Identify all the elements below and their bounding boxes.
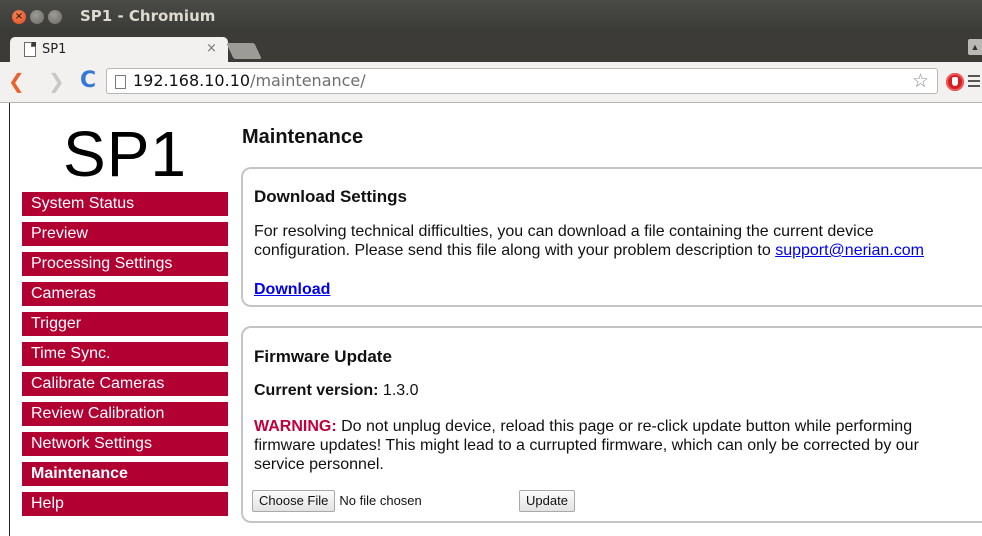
reload-button[interactable]: C [80,69,96,93]
bookmark-star-icon[interactable]: ☆ [912,70,929,92]
firmware-update-panel: Firmware Update Current version: 1.3.0 W… [241,326,982,523]
browser-tab[interactable]: SP1 × [10,37,228,63]
tab-close-icon[interactable]: × [206,41,217,56]
url-host: 192.168.10.10 [133,71,251,90]
download-settings-description: For resolving technical difficulties, yo… [254,222,974,260]
sidebar-item-help[interactable]: Help [22,492,228,516]
choose-file-button[interactable]: Choose File [252,490,336,512]
download-settings-panel: Download Settings For resolving technica… [241,167,982,307]
window-maximize-button[interactable] [48,10,62,24]
page-icon [115,75,126,89]
download-link[interactable]: Download [254,281,330,299]
update-button[interactable]: Update [519,490,575,512]
window-minimize-button[interactable] [30,10,44,24]
current-version-row: Current version: 1.3.0 [254,381,974,400]
warning-text: Do not unplug device, reload this page o… [254,418,919,473]
sidebar-nav: System Status Preview Processing Setting… [22,192,228,522]
page-title: Maintenance [242,126,364,148]
viewport-border [9,103,10,536]
firmware-update-title: Firmware Update [254,347,392,366]
system-menu-icon[interactable]: ▲ [968,39,982,55]
url-text[interactable]: 192.168.10.10/maintenance/ [133,71,366,90]
sidebar-item-system-status[interactable]: System Status [22,192,228,216]
sidebar-item-cameras[interactable]: Cameras [22,282,228,306]
support-email-link[interactable]: support@nerian.com [775,242,924,259]
sidebar-item-maintenance[interactable]: Maintenance [22,462,228,486]
url-path: /maintenance/ [250,71,366,90]
firmware-warning: WARNING: Do not unplug device, reload th… [254,417,974,474]
tab-strip: SP1 × ▲ [0,33,982,63]
new-tab-button[interactable] [226,43,262,59]
page-favicon-icon [24,42,36,57]
menu-hamburger-icon[interactable] [968,75,980,89]
download-settings-title: Download Settings [254,187,407,206]
sidebar-item-calibrate-cameras[interactable]: Calibrate Cameras [22,372,228,396]
current-version-value: 1.3.0 [382,382,419,399]
sidebar-item-review-calibration[interactable]: Review Calibration [22,402,228,426]
sidebar-item-processing-settings[interactable]: Processing Settings [22,252,228,276]
sidebar-item-preview[interactable]: Preview [22,222,228,246]
file-chooser: Choose File No file chosen [252,490,422,512]
address-bar[interactable]: 192.168.10.10/maintenance/ ☆ [106,68,938,94]
adblock-extension-icon[interactable] [946,73,964,91]
no-file-chosen-text: No file chosen [339,493,422,508]
back-button[interactable]: ❮ [8,69,25,93]
window-titlebar: × SP1 - Chromium [0,0,982,33]
window-close-button[interactable]: × [12,10,26,24]
current-version-label: Current version: [254,382,379,399]
sidebar-item-trigger[interactable]: Trigger [22,312,228,336]
tab-title: SP1 [42,42,67,57]
warning-label: WARNING: [254,418,337,435]
window-title: SP1 - Chromium [80,7,216,25]
sidebar-item-network-settings[interactable]: Network Settings [22,432,228,456]
browser-toolbar: ❮ ❯ C 192.168.10.10/maintenance/ ☆ [0,62,982,103]
sidebar-item-time-sync[interactable]: Time Sync. [22,342,228,366]
site-logo: SP1 [63,118,187,190]
forward-button[interactable]: ❯ [48,69,65,93]
